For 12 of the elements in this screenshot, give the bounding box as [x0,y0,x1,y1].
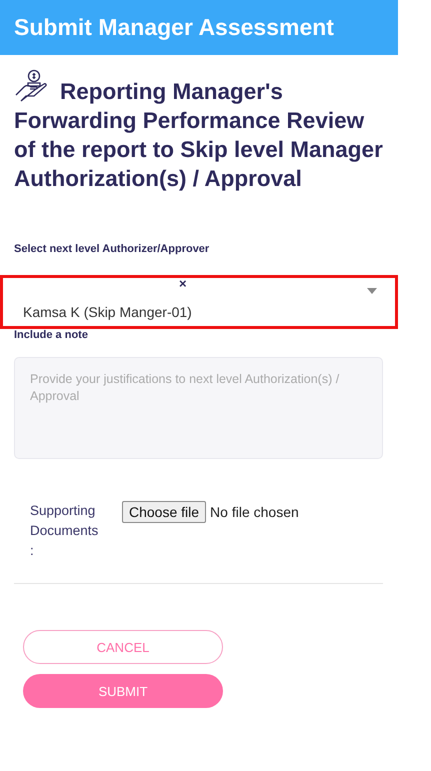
approver-label: Select next level Authorizer/Approver [14,243,210,255]
colon-text: : [30,542,35,560]
note-label: Include a note [14,329,89,341]
clear-icon[interactable]: × [179,276,187,291]
approver-select[interactable]: × Kamsa K (Skip Manger-01) [0,275,398,329]
page-title: Submit Manager Assessment [14,14,334,41]
attachment-label: Supporting Documents [30,502,100,540]
section-heading: Reporting Manager's Forwarding Performance Review of the report to Skip level Manager Authorization(s) / Approval [14,69,384,193]
note-field[interactable]: Provide your justifications to next level Authorization(s) / Approval [14,357,383,459]
choose-file-button[interactable]: Choose file [122,501,206,523]
caret-icon [367,288,377,294]
file-status: No file chosen [210,504,299,520]
